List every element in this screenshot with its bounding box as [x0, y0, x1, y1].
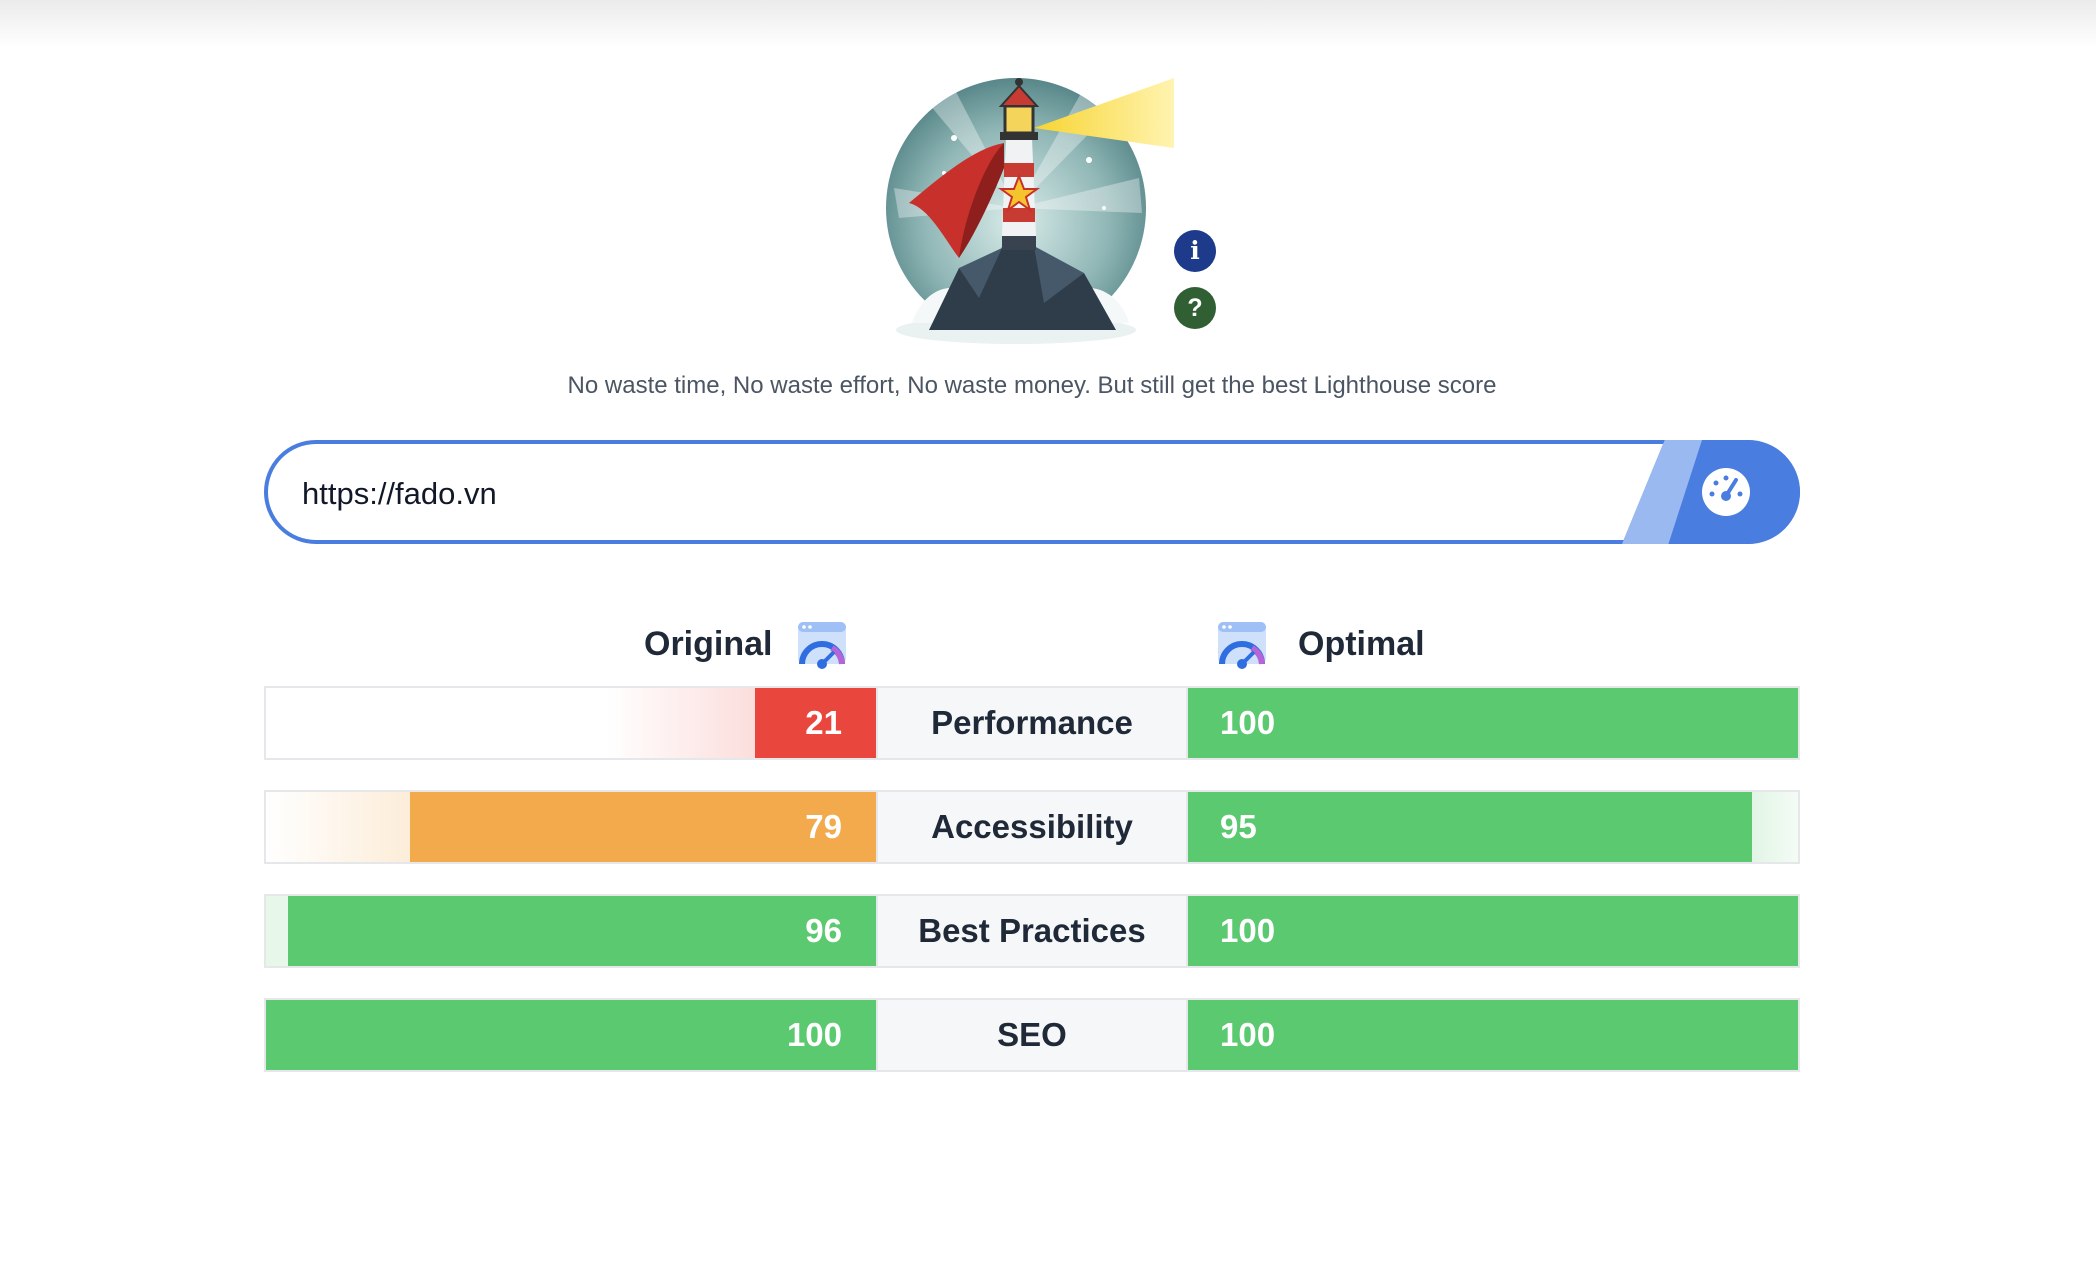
metric-label: Best Practices: [878, 894, 1186, 968]
original-score: 79: [805, 808, 842, 845]
optimal-score-bar: 95: [1186, 790, 1800, 864]
speedometer-icon: [1702, 468, 1750, 516]
optimal-score-bar: 100: [1186, 998, 1800, 1072]
url-search-bar: [264, 440, 1800, 544]
original-score-fill: [288, 896, 876, 966]
original-score: 96: [805, 912, 842, 949]
metric-row-best-practices: 96 Best Practices 100: [264, 894, 1800, 968]
optimal-score-fill: [1188, 1000, 1798, 1070]
optimal-score: 100: [1220, 1016, 1276, 1053]
optimal-score: 100: [1220, 912, 1276, 949]
metric-label: Performance: [878, 686, 1186, 760]
top-shadow: [0, 0, 2096, 48]
original-score-bar: 79: [264, 790, 878, 864]
info-icon[interactable]: i: [1174, 230, 1216, 272]
metric-label: Accessibility: [878, 790, 1186, 864]
original-score-bar: 21: [264, 686, 878, 760]
lighthouse-logo: [886, 78, 1174, 344]
pagespeed-icon: [798, 622, 846, 669]
optimal-score-bar: 100: [1186, 894, 1800, 968]
original-score: 100: [786, 1016, 842, 1053]
original-score-bar: 96: [264, 894, 878, 968]
metric-row-accessibility: 79 Accessibility 95: [264, 790, 1800, 864]
optimal-score-fill: [1188, 688, 1798, 758]
original-column-title: Original: [644, 625, 773, 663]
help-icon[interactable]: ?: [1174, 287, 1216, 329]
original-score: 21: [805, 704, 842, 741]
optimal-score: 95: [1220, 808, 1257, 845]
metric-label: SEO: [878, 998, 1186, 1072]
metric-row-performance: 21 Performance 100: [264, 686, 1800, 760]
optimal-score-fill: [1188, 896, 1798, 966]
metric-row-seo: 100 SEO 100: [264, 998, 1800, 1072]
url-input[interactable]: [300, 466, 1584, 522]
tagline: No waste time, No waste effort, No waste…: [567, 372, 1497, 399]
optimal-score-bar: 100: [1186, 686, 1800, 760]
optimal-score-fill: [1188, 792, 1752, 862]
original-score-fill: [266, 1000, 876, 1070]
pagespeed-icon: [1218, 622, 1266, 669]
optimal-column-title: Optimal: [1298, 625, 1425, 663]
original-score-bar: 100: [264, 998, 878, 1072]
optimal-score: 100: [1220, 704, 1276, 741]
